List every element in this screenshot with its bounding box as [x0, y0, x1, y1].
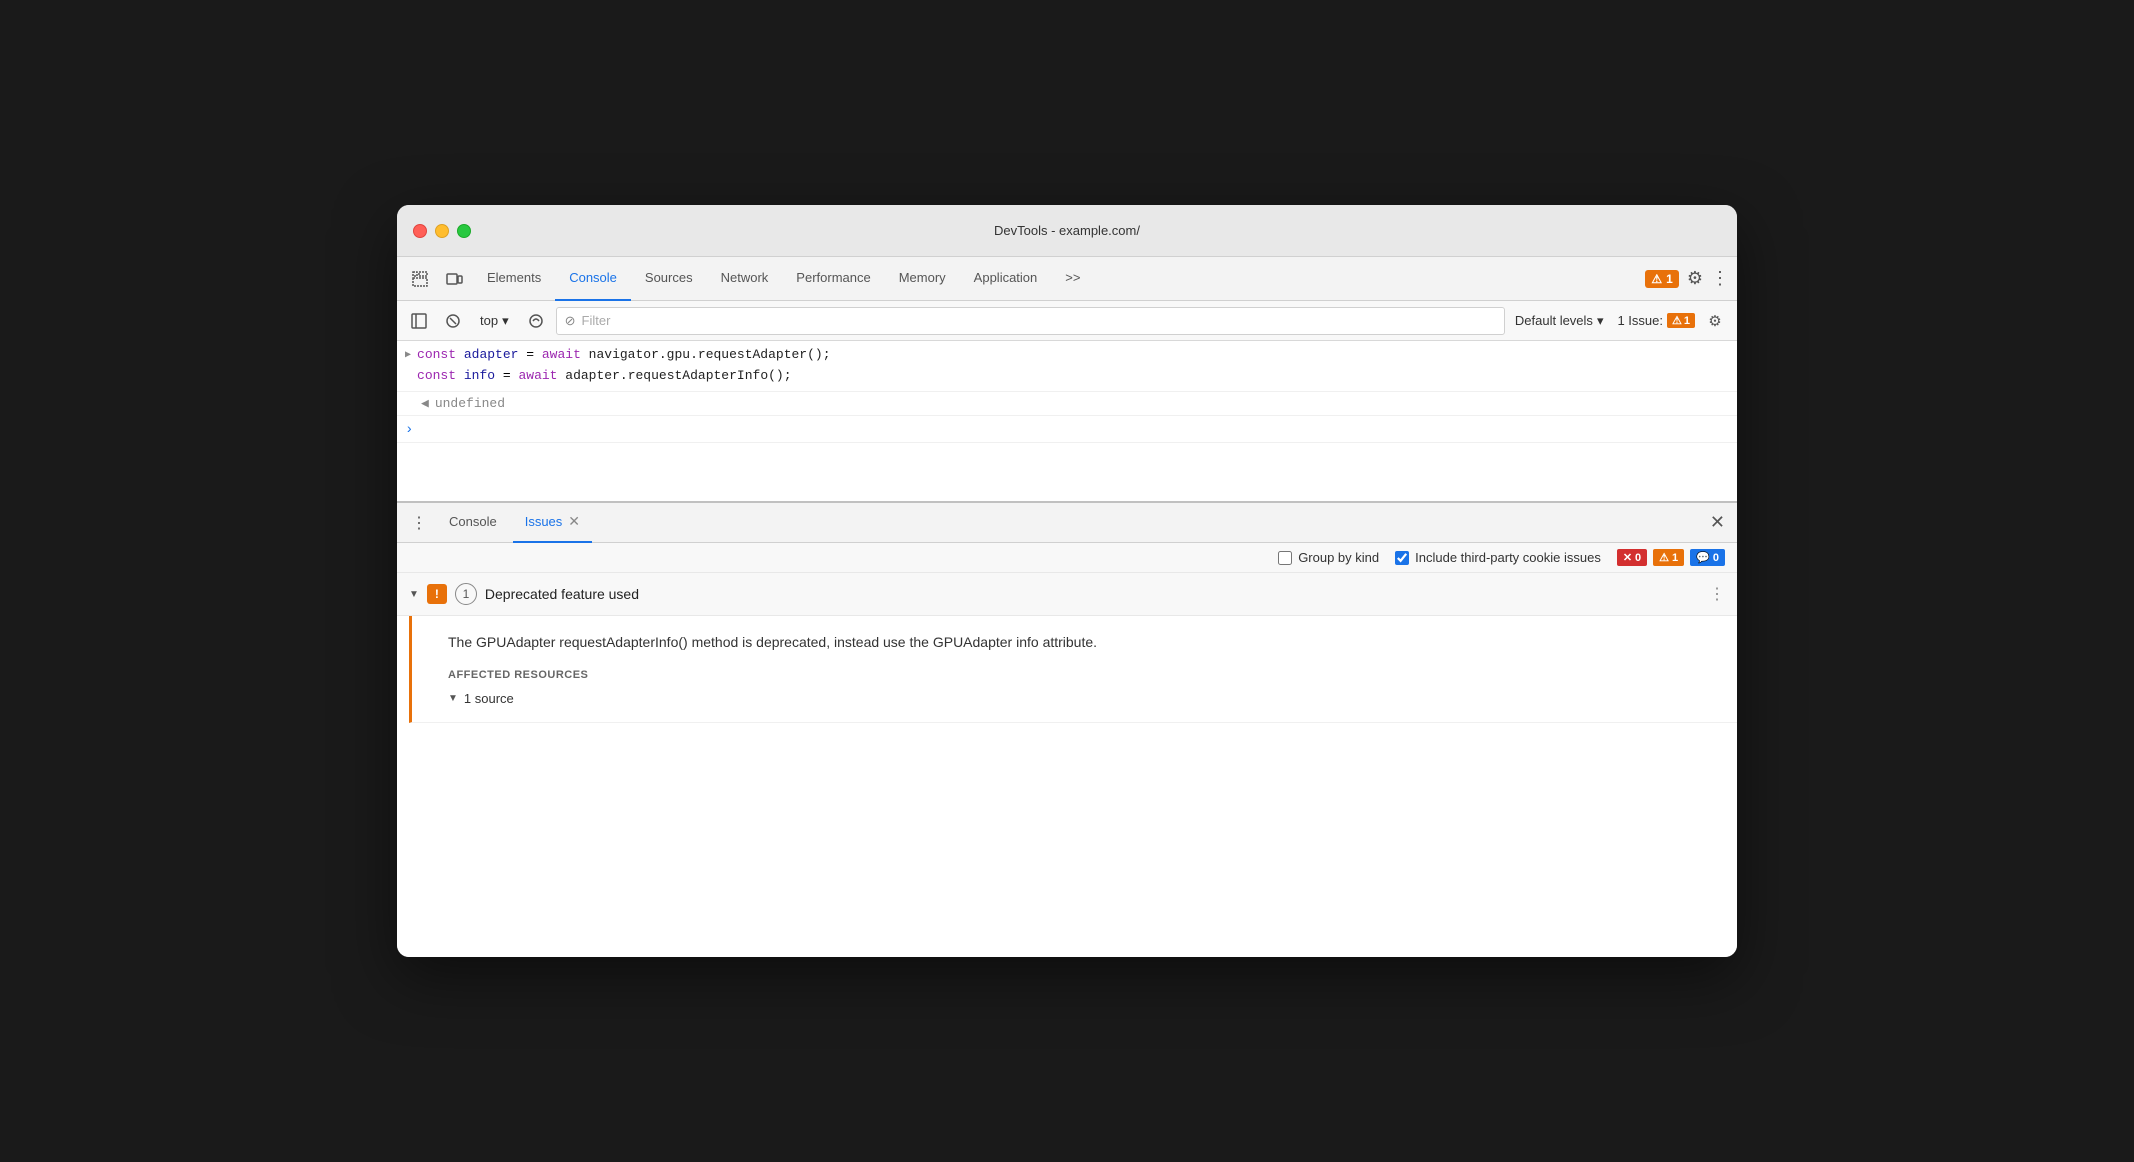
issues-content: ▼ ! 1 Deprecated feature used ⋮ The GPUA… — [397, 573, 1737, 871]
traffic-lights — [413, 224, 471, 238]
close-bottom-panel-button[interactable]: ✕ — [1706, 508, 1729, 537]
error-count-badge: ✕ 0 — [1617, 549, 1647, 566]
console-output: ▶ const adapter = await navigator.gpu.re… — [397, 341, 1737, 501]
tab-application[interactable]: Application — [960, 257, 1052, 301]
issues-badge[interactable]: ⚠ 1 — [1667, 313, 1695, 328]
title-bar: DevTools - example.com/ — [397, 205, 1737, 257]
error-icon: ✕ — [1623, 551, 1632, 564]
include-third-party-checkbox[interactable]: Include third-party cookie issues — [1395, 550, 1601, 565]
console-settings-button[interactable]: ⚙ — [1701, 307, 1729, 335]
source-label: 1 source — [464, 691, 514, 706]
devtools-panel: Elements Console Sources Network Perform… — [397, 257, 1737, 957]
issue-title: Deprecated feature used — [485, 586, 639, 602]
warning-badge[interactable]: ⚠ 1 — [1645, 270, 1678, 288]
settings-button[interactable]: ⚙ — [1687, 268, 1703, 289]
issue-description: The GPUAdapter requestAdapterInfo() meth… — [448, 632, 1717, 653]
device-toolbar-button[interactable] — [439, 264, 469, 294]
console-prompt: › — [397, 416, 1737, 443]
devtools-window: DevTools - example.com/ Elements — [397, 205, 1737, 957]
gear-icon: ⚙ — [1708, 312, 1721, 330]
console-code-block: const adapter = await navigator.gpu.requ… — [417, 345, 1729, 387]
close-button[interactable] — [413, 224, 427, 238]
live-expression-button[interactable] — [522, 307, 550, 335]
info-count-badge: 💬 0 — [1690, 549, 1725, 566]
warning-icon: ⚠ — [1672, 314, 1682, 327]
include-third-party-input[interactable] — [1395, 551, 1409, 565]
issue-count-circle: 1 — [455, 583, 477, 605]
console-result: ◀ undefined — [397, 392, 1737, 416]
issue-detail-block: The GPUAdapter requestAdapterInfo() meth… — [409, 616, 1737, 723]
chevron-down-icon: ▾ — [1597, 313, 1604, 329]
tab-more[interactable]: >> — [1051, 257, 1094, 301]
affected-resources-label: AFFECTED RESOURCES — [448, 669, 1717, 681]
issues-toolbar: Group by kind Include third-party cookie… — [397, 543, 1737, 573]
source-expand-arrow: ▼ — [448, 693, 458, 704]
maximize-button[interactable] — [457, 224, 471, 238]
tab-issues[interactable]: Issues ✕ — [513, 503, 592, 543]
result-arrow-icon: ◀ — [421, 396, 429, 411]
more-options-button[interactable]: ⋮ — [1711, 268, 1729, 289]
filter-icon: ⊘ — [565, 313, 576, 329]
prompt-icon: › — [405, 422, 413, 438]
issues-count-bar: ✕ 0 ⚠ 1 💬 0 — [1617, 549, 1725, 566]
console-entry-1: ▶ const adapter = await navigator.gpu.re… — [397, 341, 1737, 392]
collapse-arrow-icon: ▼ — [409, 589, 419, 600]
filter-bar[interactable]: ⊘ Filter — [556, 307, 1505, 335]
bottom-panel: ⋮ Console Issues ✕ ✕ Group by kind — [397, 501, 1737, 871]
expand-arrow-icon[interactable]: ▶ — [405, 349, 411, 361]
issue-group-deprecated[interactable]: ▼ ! 1 Deprecated feature used ⋮ — [397, 573, 1737, 616]
main-tab-list: Elements Console Sources Network Perform… — [473, 257, 1641, 301]
warning-count-badge: ⚠ 1 — [1653, 549, 1684, 566]
tab-sources[interactable]: Sources — [631, 257, 707, 301]
tab-memory[interactable]: Memory — [885, 257, 960, 301]
info-icon: 💬 — [1696, 551, 1710, 564]
issue-more-options[interactable]: ⋮ — [1709, 584, 1725, 604]
chevron-down-icon: ▾ — [502, 313, 509, 329]
warning-icon: ⚠ — [1659, 551, 1669, 564]
inspect-element-button[interactable] — [405, 264, 435, 294]
context-selector[interactable]: top ▾ — [473, 310, 516, 332]
minimize-button[interactable] — [435, 224, 449, 238]
clear-console-button[interactable] — [439, 307, 467, 335]
source-row[interactable]: ▼ 1 source — [448, 691, 1717, 706]
tab-console[interactable]: Console — [555, 257, 631, 301]
window-title: DevTools - example.com/ — [994, 223, 1140, 238]
sidebar-toggle-button[interactable] — [405, 307, 433, 335]
console-toolbar: top ▾ ⊘ Filter Default levels ▾ 1 Issue: — [397, 301, 1737, 341]
toolbar-right: ⚠ 1 ⚙ ⋮ — [1645, 268, 1729, 289]
tab-elements[interactable]: Elements — [473, 257, 555, 301]
top-toolbar: Elements Console Sources Network Perform… — [397, 257, 1737, 301]
tab-network[interactable]: Network — [707, 257, 783, 301]
issues-count-display: 1 Issue: ⚠ 1 — [1617, 313, 1695, 328]
group-by-kind-input[interactable] — [1278, 551, 1292, 565]
bottom-panel-menu[interactable]: ⋮ — [405, 509, 433, 537]
levels-selector[interactable]: Default levels ▾ — [1515, 313, 1604, 329]
close-issues-tab-button[interactable]: ✕ — [568, 513, 580, 530]
group-by-kind-checkbox[interactable]: Group by kind — [1278, 550, 1379, 565]
tab-performance[interactable]: Performance — [782, 257, 884, 301]
tab-console-bottom[interactable]: Console — [437, 503, 509, 543]
warning-icon: ⚠ — [1651, 272, 1662, 286]
issue-warning-icon: ! — [427, 584, 447, 604]
bottom-tab-bar: ⋮ Console Issues ✕ ✕ — [397, 503, 1737, 543]
